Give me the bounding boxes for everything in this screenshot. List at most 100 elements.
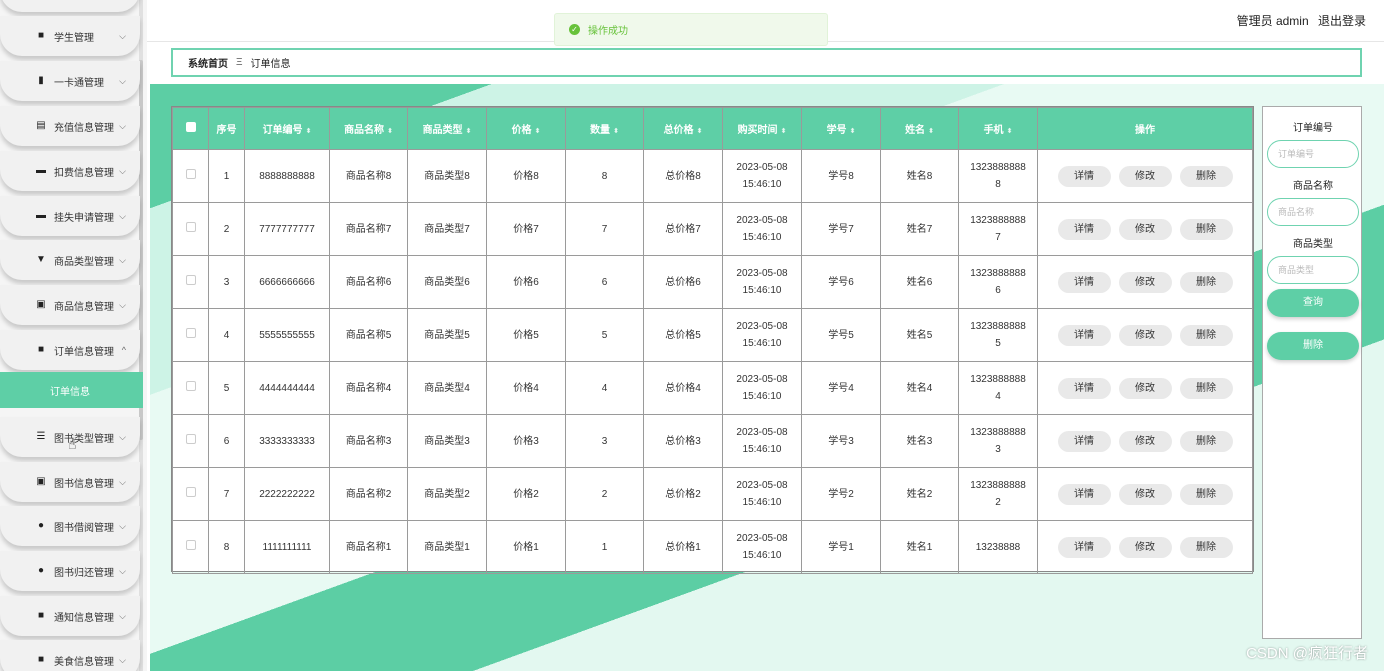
column-header[interactable]: 手机 ⬍	[958, 107, 1038, 150]
detail-button[interactable]: 详情	[1057, 271, 1111, 293]
table-row: 4 5555555555 商品名称5 商品类型5 价格5 5 总价格5 2023-05-08 1…	[172, 308, 1253, 362]
row-checkbox-cell[interactable]	[172, 361, 209, 415]
row-checkbox-cell[interactable]	[172, 202, 209, 256]
cell-goods-name: 商品名称3	[329, 414, 408, 468]
column-header[interactable]: 总价格 ⬍	[643, 107, 723, 150]
sort-icon: ⬍	[613, 128, 619, 135]
goods-name-input[interactable]: 商品名称	[1267, 198, 1359, 226]
row-checkbox-cell[interactable]	[172, 255, 209, 309]
edit-button[interactable]: 修改	[1118, 536, 1172, 558]
column-header[interactable]: 订单编号 ⬍	[244, 107, 330, 150]
cell-no: 2	[208, 202, 245, 256]
breadcrumb: 系统首页 Ξ 订单信息	[171, 48, 1362, 77]
detail-button[interactable]: 详情	[1057, 377, 1111, 399]
column-header[interactable]: 数量 ⬍	[565, 107, 644, 150]
cell-phone: 1323888888 8	[958, 149, 1038, 203]
row-checkbox[interactable]	[185, 168, 196, 179]
order-no-input[interactable]: 订单编号	[1267, 140, 1359, 168]
sidebar-item-card[interactable]: ▮ 一卡通管理 ⌵	[0, 61, 140, 101]
row-checkbox-cell[interactable]	[172, 467, 209, 521]
detail-button[interactable]: 详情	[1057, 536, 1111, 558]
chevron-down-icon: ⌵	[119, 75, 126, 86]
delete-button[interactable]: 删除	[1179, 430, 1233, 452]
sidebar-item-food[interactable]: ■ 美食信息管理 ⌵	[0, 640, 140, 671]
row-checkbox[interactable]	[185, 221, 196, 232]
row-checkbox[interactable]	[185, 380, 196, 391]
detail-button[interactable]: 详情	[1057, 430, 1111, 452]
row-checkbox-cell[interactable]	[172, 149, 209, 203]
cell-student-name: 姓名6	[880, 255, 959, 309]
row-checkbox-cell[interactable]	[172, 520, 209, 574]
edit-button[interactable]: 修改	[1118, 165, 1172, 187]
sidebar-item-loss[interactable]: ▬ 挂失申请管理 ⌵	[0, 196, 140, 236]
cell-student-id: 学号5	[801, 308, 881, 362]
delete-button[interactable]: 删除	[1179, 483, 1233, 505]
column-header[interactable]: 价格 ⬍	[486, 107, 566, 150]
sidebar-item-students[interactable]: ■ 学生管理 ⌵	[0, 16, 140, 56]
row-checkbox-cell[interactable]	[172, 308, 209, 362]
cell-phone: 1323888888 3	[958, 414, 1038, 468]
sidebar-subitem-orders[interactable]: 订单信息	[0, 372, 143, 408]
purchase-date: 2023-05-08	[736, 268, 788, 279]
sidebar-item-top[interactable]	[0, 0, 140, 12]
sidebar-item-notice[interactable]: ■ 通知信息管理 ⌵	[0, 596, 140, 636]
cell-student-id: 学号3	[801, 414, 881, 468]
row-checkbox[interactable]	[185, 433, 196, 444]
success-toast: ✓ 操作成功	[554, 13, 828, 46]
detail-button[interactable]: 详情	[1057, 483, 1111, 505]
chevron-down-icon: ⌵	[119, 654, 126, 665]
edit-button[interactable]: 修改	[1118, 483, 1172, 505]
delete-button[interactable]: 删除	[1179, 165, 1233, 187]
column-header[interactable]: 学号 ⬍	[801, 107, 881, 150]
cell-order-no: 4444444444	[244, 361, 330, 415]
batch-delete-button[interactable]: 删除	[1267, 332, 1359, 360]
cell-price: 价格1	[486, 520, 566, 574]
sidebar-item-borrow[interactable]: ● 图书借阅管理 ⌵	[0, 506, 140, 546]
logout-link[interactable]: 退出登录	[1318, 14, 1366, 28]
breadcrumb-current: 订单信息	[250, 59, 291, 70]
column-header[interactable]: 购买时间 ⬍	[722, 107, 802, 150]
phone-line-2: 7	[995, 232, 1001, 243]
column-header[interactable]: 商品名称 ⬍	[329, 107, 408, 150]
select-all-checkbox-cell[interactable]	[172, 107, 209, 150]
edit-button[interactable]: 修改	[1118, 218, 1172, 240]
purchase-time: 15:46:10	[742, 285, 782, 296]
edit-button[interactable]: 修改	[1118, 324, 1172, 346]
detail-button[interactable]: 详情	[1057, 324, 1111, 346]
detail-button[interactable]: 详情	[1057, 218, 1111, 240]
edit-button[interactable]: 修改	[1118, 377, 1172, 399]
delete-button[interactable]: 删除	[1179, 536, 1233, 558]
edit-button[interactable]: 修改	[1118, 271, 1172, 293]
cell-student-name: 姓名7	[880, 202, 959, 256]
query-button[interactable]: 查询	[1267, 289, 1359, 317]
delete-button[interactable]: 删除	[1179, 218, 1233, 240]
goods-type-input[interactable]: 商品类型	[1267, 256, 1359, 284]
detail-button[interactable]: 详情	[1057, 165, 1111, 187]
delete-button[interactable]: 删除	[1179, 271, 1233, 293]
sidebar-item-book-info[interactable]: ▣ 图书信息管理 ⌵	[0, 462, 140, 502]
row-checkbox-cell[interactable]	[172, 414, 209, 468]
column-header[interactable]: 商品类型 ⬍	[407, 107, 487, 150]
sidebar-item-recharge[interactable]: ▤ 充值信息管理 ⌵	[0, 106, 140, 146]
row-checkbox[interactable]	[185, 274, 196, 285]
breadcrumb-home[interactable]: 系统首页	[188, 55, 228, 70]
row-checkbox[interactable]	[185, 486, 196, 497]
sidebar-item-goods-info[interactable]: ▣ 商品信息管理 ⌵	[0, 285, 140, 325]
search-panel: 订单编号 订单编号 商品名称 商品名称 商品类型 商品类型 查询 删除	[1262, 106, 1362, 639]
sidebar-item-deduction[interactable]: ▬ 扣费信息管理 ⌵	[0, 151, 140, 191]
select-all-checkbox[interactable]	[185, 122, 196, 132]
cell-goods-type: 商品类型8	[407, 149, 487, 203]
goods-type-label: 商品类型	[1293, 239, 1333, 250]
sidebar-item-return[interactable]: ● 图书归还管理 ⌵	[0, 551, 140, 591]
row-checkbox[interactable]	[185, 539, 196, 550]
grid-icon: ■	[37, 344, 45, 355]
delete-button[interactable]: 删除	[1179, 324, 1233, 346]
row-checkbox[interactable]	[185, 327, 196, 338]
sidebar-item-orders[interactable]: ■ 订单信息管理 ^	[0, 330, 140, 370]
sidebar-item-goods-type[interactable]: ▼ 商品类型管理 ⌵	[0, 240, 140, 280]
delete-button[interactable]: 删除	[1179, 377, 1233, 399]
cell-purchase-time: 2023-05-08 15:46:10	[722, 149, 802, 203]
cell-no: 5	[208, 361, 245, 415]
edit-button[interactable]: 修改	[1118, 430, 1172, 452]
column-header[interactable]: 姓名 ⬍	[880, 107, 959, 150]
